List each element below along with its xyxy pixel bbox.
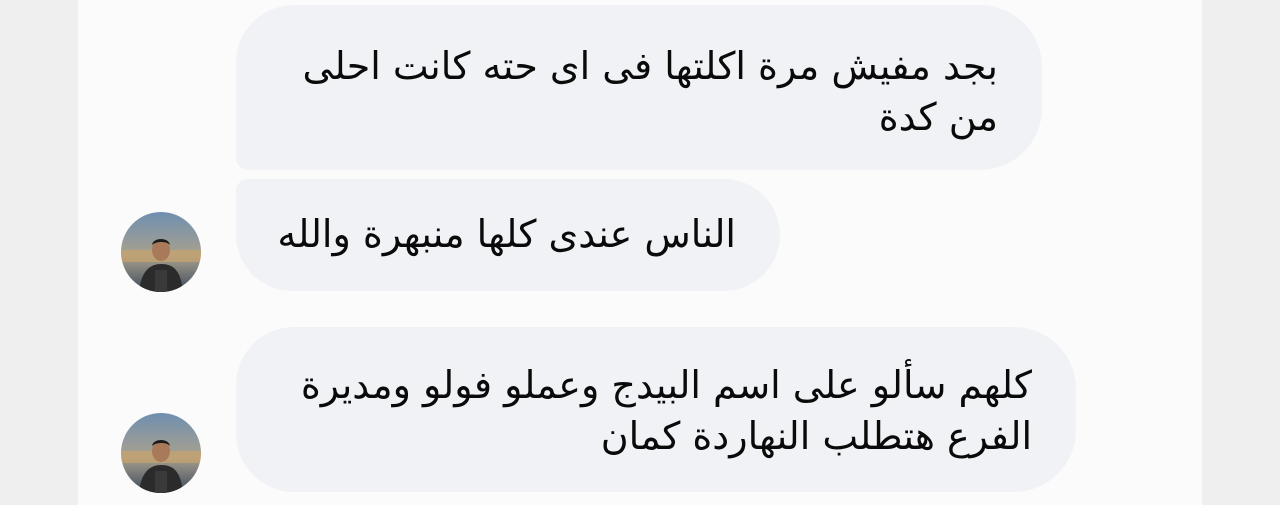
sender-avatar[interactable] — [121, 212, 201, 292]
message-2-line-1: الناس عندى كلها منبهرة والله — [277, 212, 736, 256]
message-bubble-1[interactable]: بجد مفيش مرة اكلتها فى اى حته كانت احلى … — [236, 5, 1042, 170]
message-1-line-2: من كدة — [878, 95, 998, 139]
message-1-line-1: بجد مفيش مرة اكلتها فى اى حته كانت احلى — [302, 44, 998, 88]
avatar-photo-icon — [121, 212, 201, 292]
message-3-line-1: كلهم سألو على اسم البيدج وعملو فولو ومدي… — [300, 363, 1032, 407]
message-3-line-2: الفرع هتطلب النهاردة كمان — [600, 414, 1032, 458]
message-bubble-2[interactable]: الناس عندى كلها منبهرة والله — [236, 179, 780, 291]
avatar-photo-icon — [121, 413, 201, 493]
sender-avatar[interactable] — [121, 413, 201, 493]
chat-screen: بجد مفيش مرة اكلتها فى اى حته كانت احلى … — [0, 0, 1280, 505]
message-bubble-3[interactable]: كلهم سألو على اسم البيدج وعملو فولو ومدي… — [236, 327, 1076, 492]
